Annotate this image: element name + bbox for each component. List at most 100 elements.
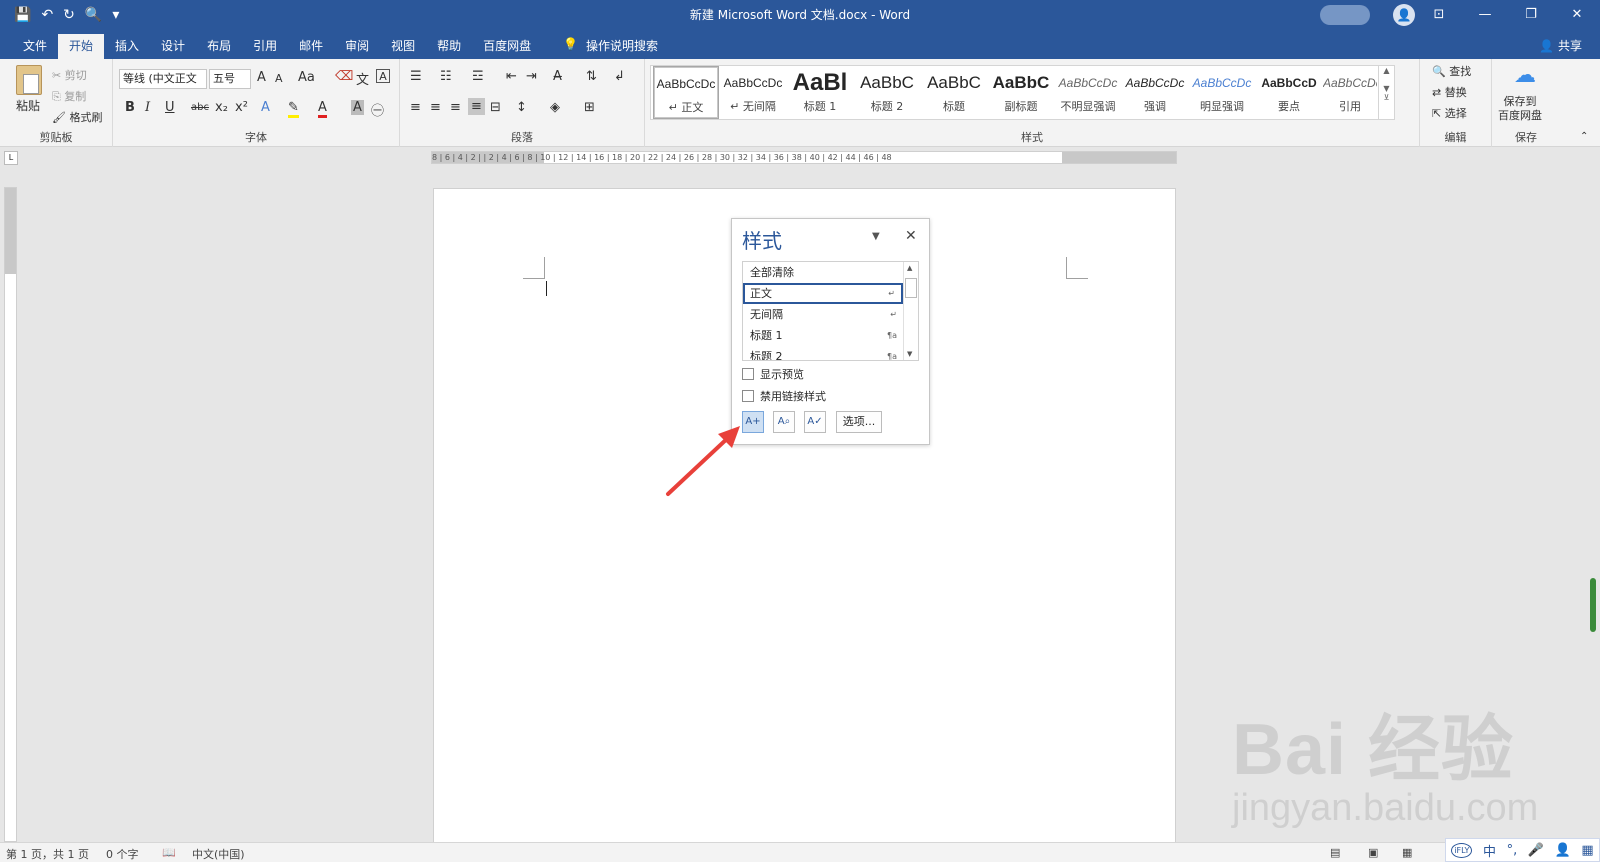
list-item-heading-2[interactable]: 标题 2 ¶a [743,346,903,360]
microphone-icon[interactable]: 🎤 [1528,843,1544,858]
scroll-up-icon[interactable]: ▲ [907,264,912,272]
grow-font-button[interactable]: A [257,70,266,85]
paste-icon[interactable] [16,65,42,95]
gallery-scrollbar[interactable]: ▲ ▼ ⊻ [1378,66,1394,119]
style-intense-emphasis[interactable]: AaBbCcDc 明显强调 [1189,66,1255,119]
style-subtitle[interactable]: AaBbC 副标题 [988,66,1054,119]
sort-icon[interactable]: ⇅ [586,69,597,84]
document-scroll-indicator[interactable] [1590,578,1596,632]
print-layout-icon[interactable]: ▣ [1368,846,1378,859]
tab-layout[interactable]: 布局 [196,34,242,59]
collapse-ribbon-icon[interactable]: ⌃ [1580,131,1588,142]
font-name-combo[interactable]: 等线 (中文正文 [119,69,207,89]
align-center-icon[interactable]: ≡ [430,100,441,115]
disable-linked-styles-checkbox[interactable]: 禁用链接样式 [742,388,826,404]
list-item-heading-1[interactable]: 标题 1 ¶a [743,325,903,346]
close-button[interactable]: ✕ [1554,0,1600,30]
bullets-icon[interactable]: ☰ [410,69,422,84]
manage-styles-button[interactable]: A✓ [804,411,826,433]
options-button[interactable]: 选项... [836,411,882,433]
show-marks-icon[interactable]: ↲ [614,69,625,84]
styles-list-scrollbar[interactable]: ▲ ▼ [903,262,918,360]
tell-me-search[interactable]: 💡 操作说明搜索 [563,37,658,54]
avatar-icon[interactable]: 👤 [1393,4,1415,26]
style-title[interactable]: AaBbC 标题 [921,66,987,119]
paste-button[interactable]: 粘贴 [16,97,40,114]
style-strong[interactable]: AaBbCcD 要点 [1256,66,1322,119]
tab-baidu-netdisk[interactable]: 百度网盘 [472,34,542,59]
style-emphasis[interactable]: AaBbCcDc 强调 [1122,66,1188,119]
tab-design[interactable]: 设计 [150,34,196,59]
character-border-icon[interactable]: A [376,69,390,83]
ifly-logo-icon[interactable]: iFLY [1451,842,1473,858]
style-inspector-button[interactable]: A⌕ [773,411,795,433]
pane-options-icon[interactable]: ▼ [872,231,880,242]
decrease-indent-icon[interactable]: ⇤ [506,69,517,84]
enclose-characters-icon[interactable]: ㊀ [371,100,384,119]
list-item-clear-all[interactable]: 全部清除 [743,262,903,283]
character-shading-icon[interactable]: A [351,100,364,115]
page-count[interactable]: 第 1 页，共 1 页 [6,846,89,862]
share-button[interactable]: 👤 共享 [1539,37,1582,54]
phonetic-guide-icon[interactable]: 文 [356,69,369,88]
punctuation-icon[interactable]: °, [1507,843,1518,858]
tab-help[interactable]: 帮助 [426,34,472,59]
tab-file[interactable]: 文件 [12,34,58,59]
italic-button[interactable]: I [145,100,150,115]
align-right-icon[interactable]: ≡ [450,100,461,115]
subscript-button[interactable]: x₂ [215,100,228,115]
superscript-button[interactable]: x² [235,100,248,115]
tab-review[interactable]: 审阅 [334,34,380,59]
ime-language[interactable]: 中 [1483,841,1496,860]
chinese-layout-icon[interactable]: A̶ [553,69,562,84]
tab-references[interactable]: 引用 [242,34,288,59]
align-left-icon[interactable]: ≡ [410,100,421,115]
close-icon[interactable]: ✕ [905,228,917,244]
user-icon[interactable]: 👤 [1555,843,1571,858]
shading-icon[interactable]: ◈ [550,100,560,115]
bold-button[interactable]: B [125,100,135,115]
justify-icon[interactable]: ≡ [468,98,485,115]
font-color-icon[interactable]: A [318,100,327,118]
text-effects-icon[interactable]: A [261,100,270,115]
language-status[interactable]: 中文(中国) [192,846,245,862]
list-item-no-spacing[interactable]: 无间隔 ↵ [743,304,903,325]
proofing-icon[interactable]: 📖 [162,846,176,859]
restore-button[interactable]: ❐ [1508,0,1554,30]
horizontal-ruler[interactable]: 8 | 6 | 4 | 2 | | 2 | 4 | 6 | 8 | 10 | 1… [431,151,1177,164]
ribbon-display-options-button[interactable]: ⊡ [1416,0,1462,30]
distributed-icon[interactable]: ⊟ [490,100,501,115]
shrink-font-button[interactable]: A [275,72,283,85]
style-no-spacing[interactable]: AaBbCcDc ↵ 无间隔 [720,66,786,119]
tab-home[interactable]: 开始 [58,34,105,59]
find-button[interactable]: 🔍 查找 [1432,63,1471,79]
list-item-normal[interactable]: 正文 ↵ [743,283,903,304]
tab-insert[interactable]: 插入 [104,34,150,59]
style-heading-2[interactable]: AaBbC 标题 2 [854,66,920,119]
cut-button[interactable]: ✂ 剪切 [52,67,87,83]
tab-view[interactable]: 视图 [380,34,426,59]
vertical-ruler[interactable] [4,187,17,842]
strikethrough-button[interactable]: abc [191,102,209,113]
minimize-button[interactable]: — [1462,0,1508,30]
baidu-cloud-icon[interactable]: ☁ [1514,63,1536,88]
font-size-combo[interactable]: 五号 [209,69,251,89]
show-preview-checkbox[interactable]: 显示预览 [742,366,804,382]
word-count[interactable]: 0 个字 [106,846,139,862]
highlight-icon[interactable]: ✎ [288,100,299,118]
tab-mailings[interactable]: 邮件 [288,34,334,59]
save-to-baidu-button[interactable]: 保存到 百度网盘 [1498,95,1542,123]
web-layout-icon[interactable]: ▦ [1402,846,1412,859]
copy-button[interactable]: ⎘ 复制 [52,88,86,104]
style-quote[interactable]: AaBbCcDc 引用 [1323,66,1377,119]
read-mode-icon[interactable]: ▤ [1330,846,1340,859]
style-heading-1[interactable]: AaBl 标题 1 [787,66,853,119]
format-painter-button[interactable]: 🖌 格式刷 [52,109,102,125]
scroll-thumb[interactable] [905,278,917,298]
replace-button[interactable]: ⇄ 替换 [1432,84,1467,100]
multilevel-list-icon[interactable]: ☲ [472,69,484,84]
style-normal[interactable]: AaBbCcDc ↵ 正文 [653,66,719,119]
checkbox-box[interactable] [742,390,754,402]
style-subtle-emphasis[interactable]: AaBbCcDc 不明显强调 [1055,66,1121,119]
numbering-icon[interactable]: ☷ [440,69,452,84]
